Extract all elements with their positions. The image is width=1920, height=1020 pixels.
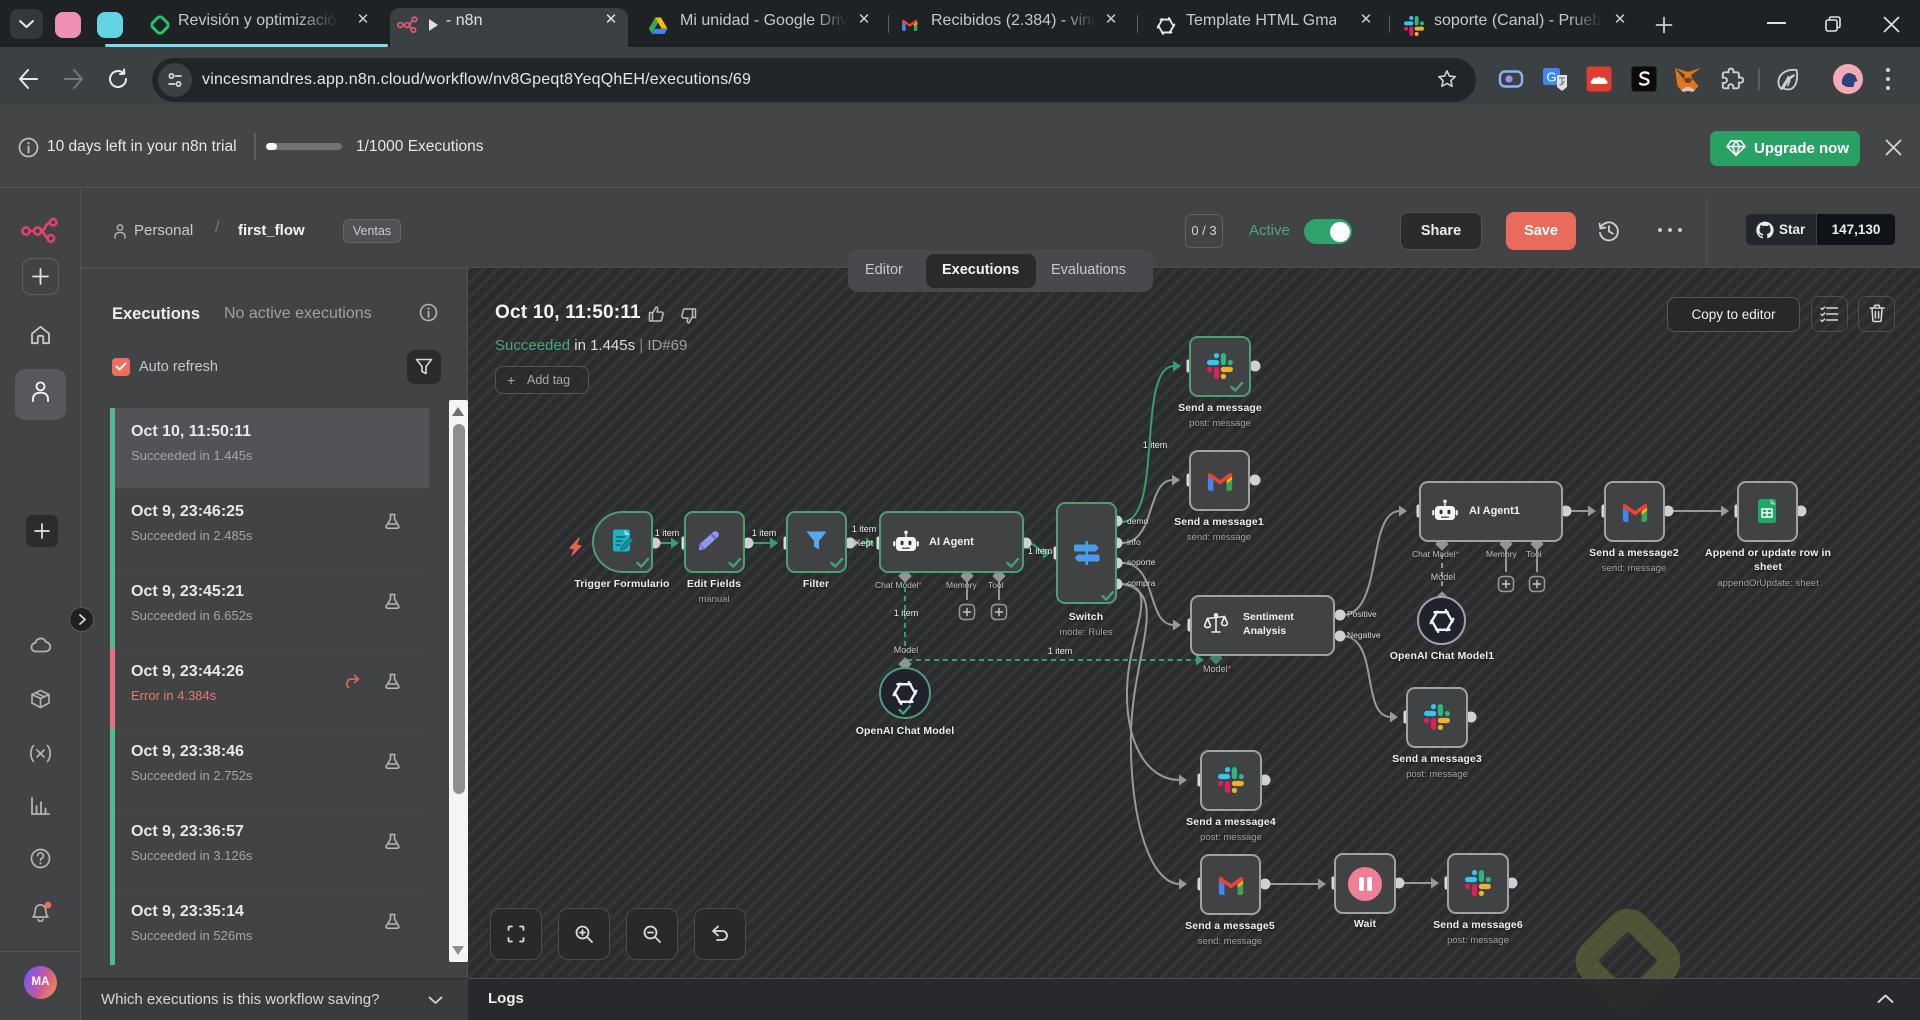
svg-text:G: G <box>1546 70 1556 85</box>
